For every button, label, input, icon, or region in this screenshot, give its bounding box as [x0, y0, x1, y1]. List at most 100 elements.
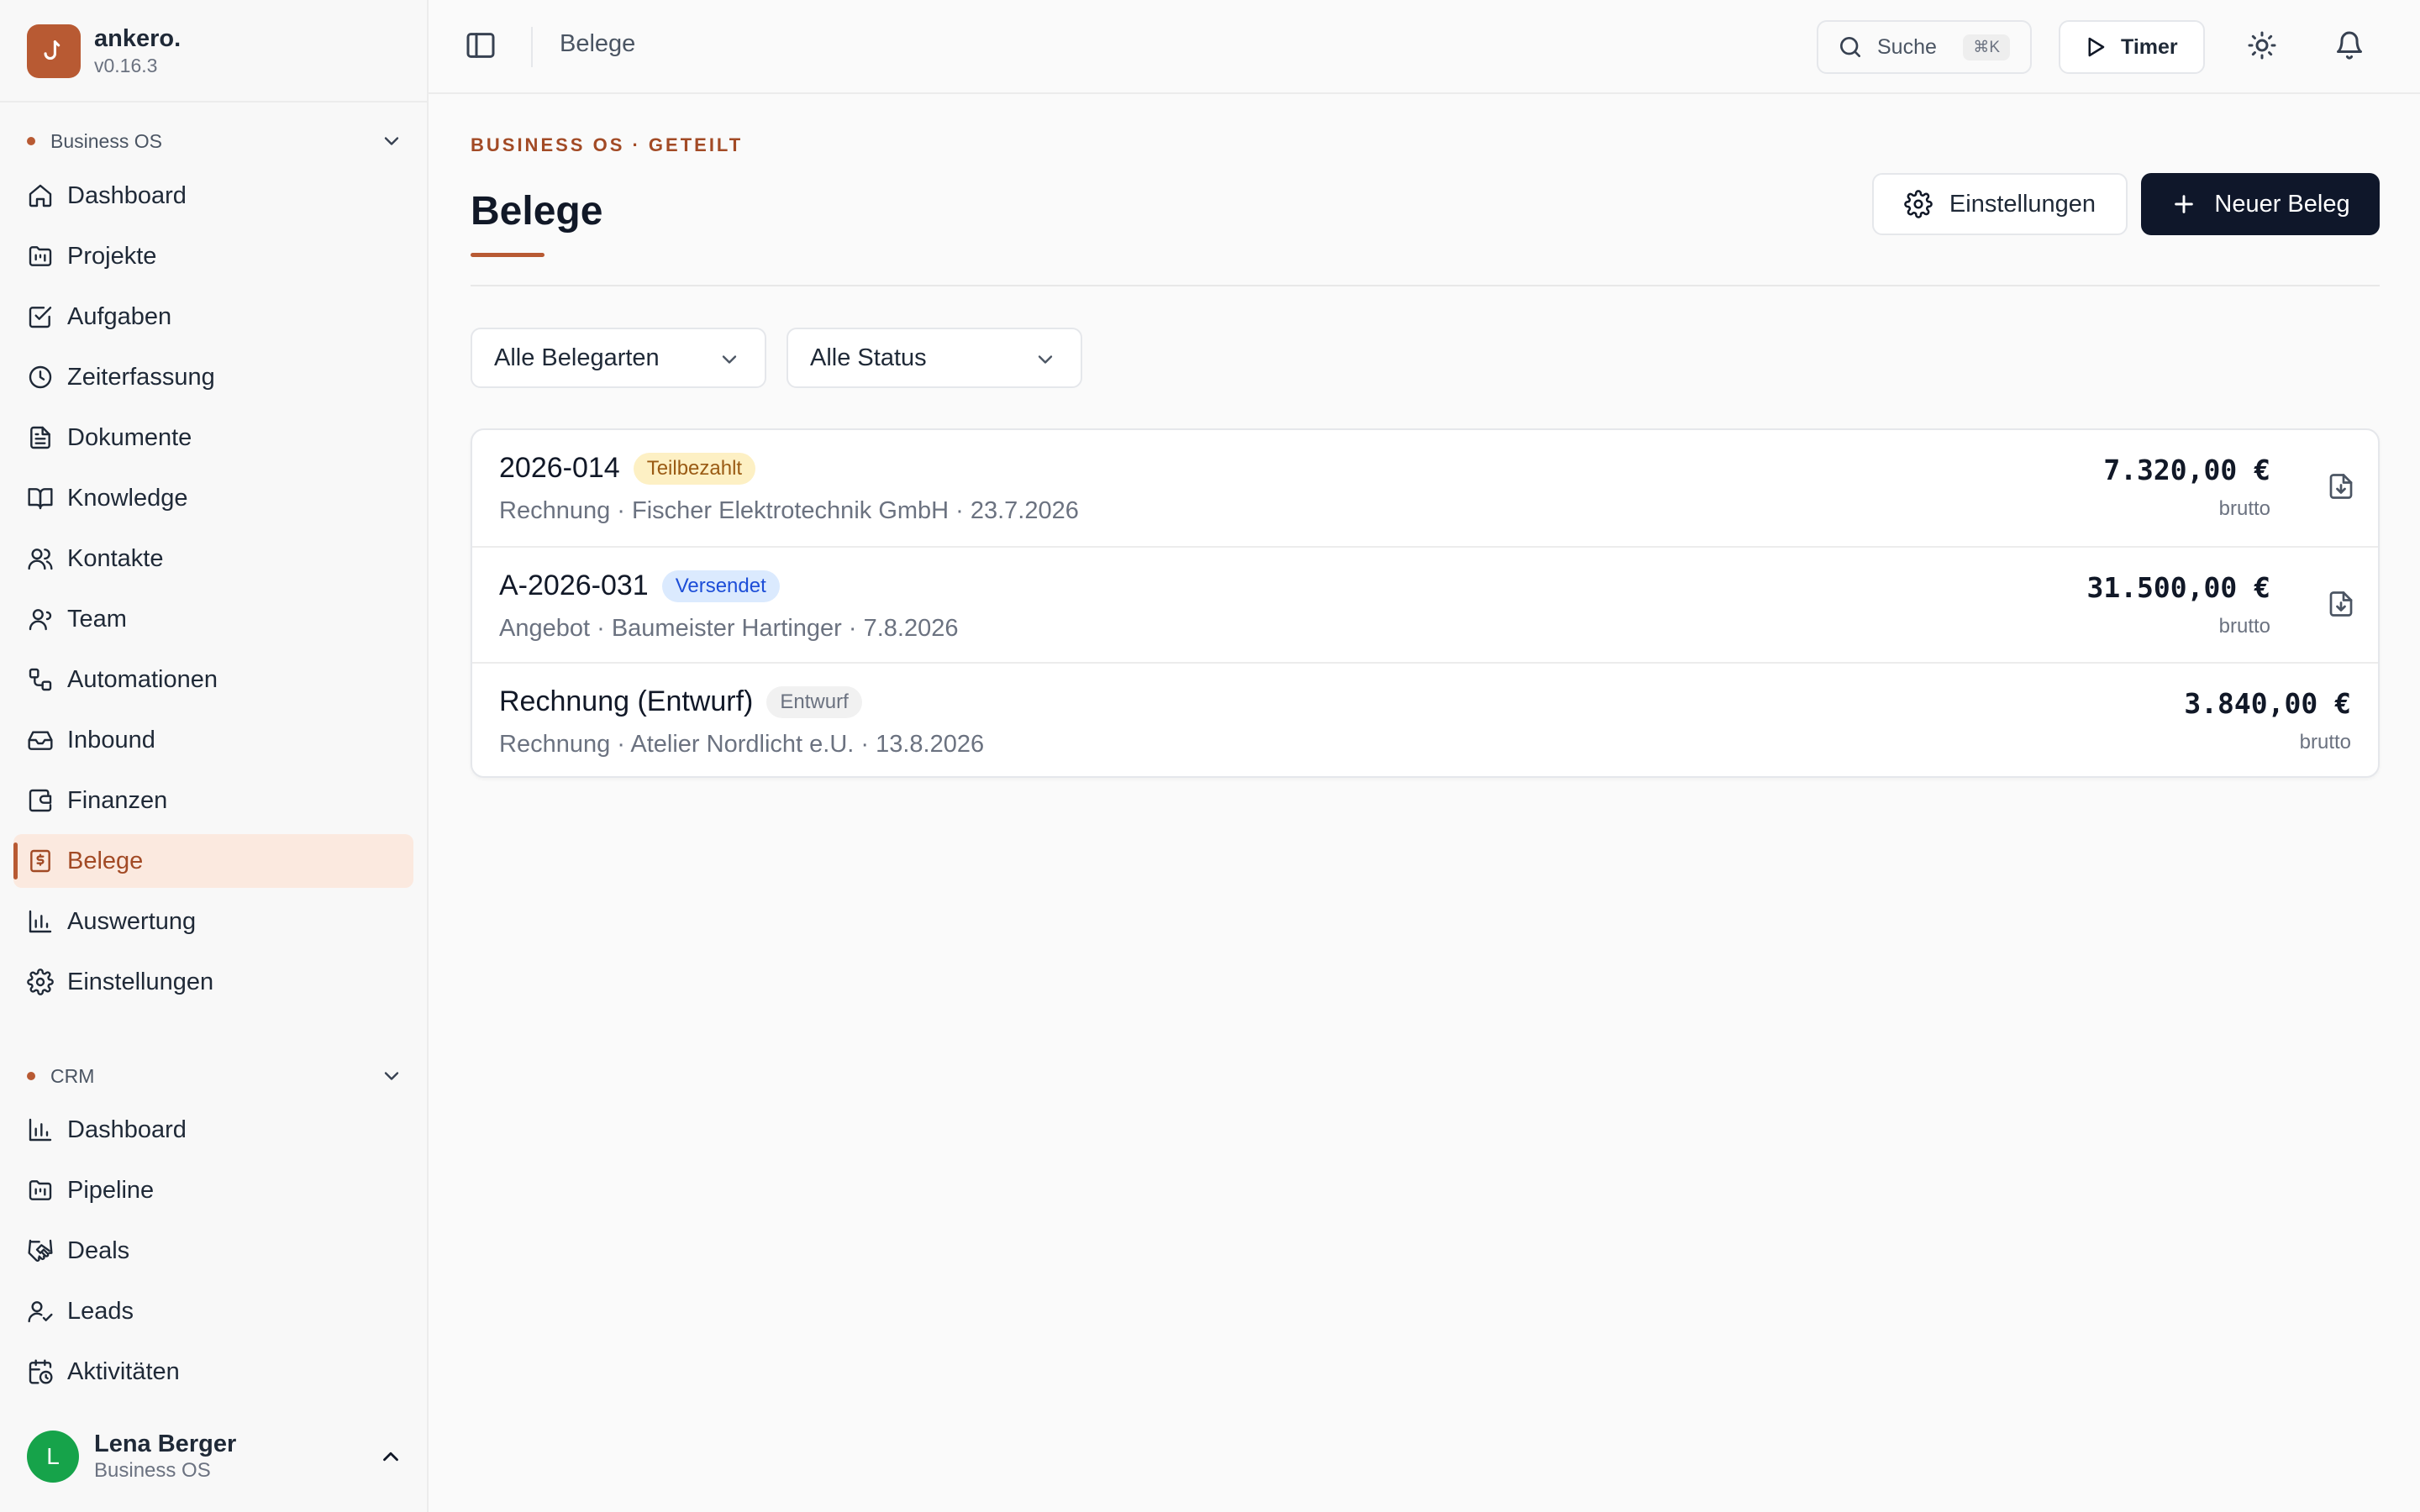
- sidebar-toggle-icon[interactable]: [464, 29, 497, 62]
- search-label: Suche: [1877, 34, 1937, 59]
- wallet-icon: [29, 789, 52, 812]
- sidebar-item-zeiterfassung[interactable]: Zeiterfassung: [13, 350, 413, 404]
- sidebar-item-label: Dokumente: [67, 423, 192, 451]
- user-icon: [29, 609, 52, 631]
- user-menu[interactable]: L Lena Berger Business OS: [27, 1428, 403, 1485]
- sidebar-item-label: Team: [67, 605, 127, 633]
- file-text-icon: [30, 426, 50, 449]
- sidebar-item-label: Dashboard: [67, 181, 187, 209]
- sidebar-item-label: Knowledge: [67, 484, 188, 512]
- new-document-button[interactable]: Neuer Beleg: [2141, 173, 2380, 235]
- amount-note: brutto: [2218, 497, 2270, 520]
- chevron-down-icon: [722, 355, 737, 364]
- app-name: ankero.: [94, 25, 182, 52]
- sidebar-item-belege[interactable]: Belege: [13, 834, 413, 888]
- group-header-business-os[interactable]: Business OS: [27, 124, 403, 158]
- divider: [531, 27, 533, 67]
- sidebar-item-label: Kontakte: [67, 544, 164, 572]
- breadcrumb: Belege: [560, 30, 636, 57]
- document-meta: Angebot · Baumeister Hartinger · 7.8.202…: [499, 615, 959, 642]
- document-row[interactable]: A-2026-031 Versendet Angebot · Baumeiste…: [472, 546, 2378, 664]
- sidebar-item-team[interactable]: Team: [13, 592, 413, 646]
- anchor-hook-icon: [44, 40, 60, 60]
- sidebar-item-leads[interactable]: Leads: [13, 1284, 413, 1338]
- document-number: 2026-014: [499, 452, 620, 484]
- sidebar-item-auswertung[interactable]: Auswertung: [13, 895, 413, 948]
- divider: [0, 101, 427, 102]
- book-open-icon: [28, 488, 53, 510]
- sidebar-item-label: Zeiterfassung: [67, 363, 215, 391]
- document-number: Rechnung (Entwurf): [499, 685, 754, 717]
- sidebar-item-projekte[interactable]: Projekte: [13, 229, 413, 283]
- new-document-button-label: Neuer Beleg: [2214, 190, 2350, 218]
- document-number: A-2026-031: [499, 570, 649, 601]
- amount-note: brutto: [2299, 731, 2351, 753]
- document-row[interactable]: Rechnung (Entwurf) Entwurf Rechnung · At…: [472, 662, 2378, 776]
- sidebar-item-crm-dashboard[interactable]: Dashboard: [13, 1103, 413, 1157]
- page-eyebrow: BUSINESS OS · GETEILT: [471, 134, 744, 155]
- timer-button[interactable]: Timer: [2059, 20, 2205, 74]
- sidebar-item-einstellungen[interactable]: Einstellungen: [13, 955, 413, 1009]
- sidebar-item-label: Auswertung: [67, 907, 197, 935]
- sidebar-item-label: Inbound: [67, 726, 155, 753]
- sidebar-item-dashboard[interactable]: Dashboard: [13, 169, 413, 223]
- avatar: L: [27, 1431, 79, 1483]
- search-shortcut: ⌘K: [1963, 34, 2010, 60]
- calendar-clock-icon: [29, 1359, 53, 1384]
- status-badge: Teilbezahlt: [633, 452, 756, 485]
- bell-icon[interactable]: [2334, 30, 2365, 60]
- sidebar-item-finanzen[interactable]: Finanzen: [13, 774, 413, 827]
- check-square-icon: [29, 307, 52, 328]
- group-label: Business OS: [50, 129, 162, 152]
- file-download-icon[interactable]: [2326, 471, 2356, 501]
- search-button[interactable]: Suche ⌘K: [1817, 20, 2032, 74]
- play-icon: [2088, 37, 2105, 57]
- sidebar-item-dokumente[interactable]: Dokumente: [13, 411, 413, 465]
- brand[interactable]: ankero. v0.16.3: [27, 24, 181, 79]
- group-dot: [27, 137, 35, 145]
- settings-button-label: Einstellungen: [1949, 190, 2096, 218]
- sidebar-item-aufgaben[interactable]: Aufgaben: [13, 290, 413, 344]
- file-download-icon[interactable]: [2326, 589, 2356, 619]
- group-header-crm[interactable]: CRM: [27, 1059, 403, 1093]
- sidebar-item-label: Pipeline: [67, 1176, 155, 1204]
- document-type-filter[interactable]: Alle Belegarten: [471, 328, 766, 388]
- sidebar-item-aktivitaeten[interactable]: Aktivitäten: [13, 1345, 413, 1399]
- sidebar-item-automationen[interactable]: Automationen: [13, 653, 413, 706]
- sidebar-item-kontakte[interactable]: Kontakte: [13, 532, 413, 585]
- sidebar-item-label: Aktivitäten: [67, 1357, 180, 1385]
- document-amount: 7.320,00 €: [2103, 454, 2270, 486]
- sidebar-item-pipeline[interactable]: Pipeline: [13, 1163, 413, 1217]
- sun-icon[interactable]: [2247, 30, 2277, 60]
- group-label: CRM: [50, 1064, 95, 1087]
- sidebar-item-label: Finanzen: [67, 786, 168, 814]
- document-list: 2026-014 Teilbezahlt Rechnung · Fischer …: [471, 428, 2380, 778]
- document-row[interactable]: 2026-014 Teilbezahlt Rechnung · Fischer …: [472, 430, 2378, 546]
- app-logo: [27, 24, 81, 78]
- settings-button[interactable]: Einstellungen: [1872, 173, 2128, 235]
- folder-kanban-icon: [29, 246, 52, 266]
- sidebar-item-inbound[interactable]: Inbound: [13, 713, 413, 767]
- gear-icon: [27, 969, 54, 995]
- bar-chart-icon: [29, 910, 52, 933]
- sidebar-item-label: Aufgaben: [67, 302, 172, 330]
- sidebar-item-label: Belege: [67, 847, 144, 874]
- chevron-down-icon: [1038, 355, 1053, 364]
- home-icon: [29, 184, 52, 207]
- document-meta: Rechnung · Atelier Nordlicht e.U. · 13.8…: [499, 731, 985, 758]
- sidebar-item-knowledge[interactable]: Knowledge: [13, 471, 413, 525]
- handshake-icon: [28, 1239, 53, 1263]
- sidebar-item-label: Dashboard: [67, 1116, 187, 1143]
- amount-note: brutto: [2218, 615, 2270, 638]
- clock-icon: [29, 365, 52, 389]
- sidebar: ankero. v0.16.3 Business OS Dashboard Pr…: [0, 0, 429, 1512]
- user-workspace: Business OS: [94, 1459, 211, 1482]
- chevron-up-icon: [383, 1452, 398, 1462]
- document-meta: Rechnung · Fischer Elektrotechnik GmbH ·…: [499, 497, 1079, 524]
- status-badge: Versendet: [661, 570, 780, 602]
- inbox-icon: [28, 731, 53, 750]
- sidebar-item-deals[interactable]: Deals: [13, 1224, 413, 1278]
- sidebar-item-label: Deals: [67, 1236, 130, 1264]
- sidebar-item-label: Automationen: [67, 665, 218, 693]
- status-filter[interactable]: Alle Status: [786, 328, 1082, 388]
